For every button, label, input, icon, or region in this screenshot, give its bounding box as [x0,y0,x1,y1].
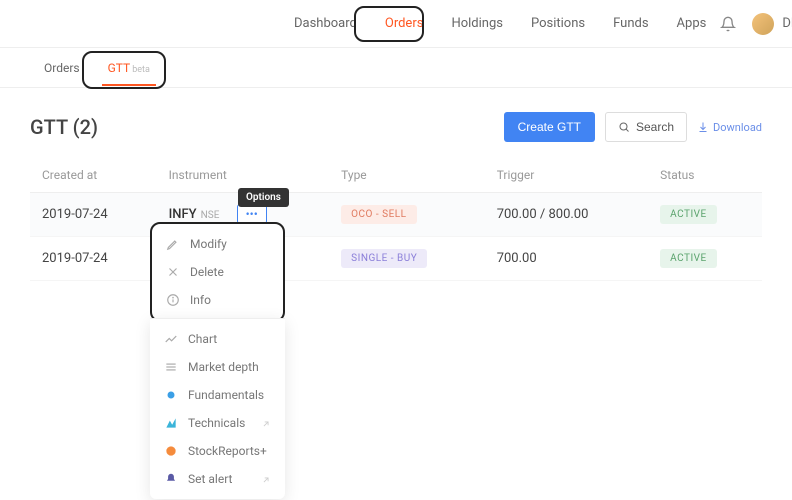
type-badge: OCO - SELL [341,205,416,224]
table-header-row: Created at Instrument Type Trigger Statu… [30,158,762,193]
bell-icon [164,472,178,486]
table-row[interactable]: 2019-07-24 INFYNSE ••• OCO - SELL 700.00… [30,193,762,237]
nav-apps[interactable]: Apps [663,8,721,39]
col-status[interactable]: Status [648,158,762,193]
dropdown-fundamentals[interactable]: Fundamentals [150,381,285,409]
pencil-icon [166,237,180,251]
technicals-icon [164,416,178,430]
external-icon [261,474,271,484]
page-body: GTT (2) Create GTT Search Download Creat… [0,88,792,305]
nav-positions[interactable]: Positions [517,8,599,39]
subtab-orders[interactable]: Orders [30,51,94,85]
status-badge: ACTIVE [660,249,717,268]
page-header: GTT (2) Create GTT Search Download [30,112,762,142]
cell-trigger: 700.00 / 800.00 [485,193,648,237]
list-icon [164,360,178,374]
nav-orders[interactable]: Orders [371,8,438,39]
cell-type: OCO - SELL [329,193,485,237]
sub-nav: Orders GTTbeta [0,48,792,88]
top-bar: Dashboard Orders Holdings Positions Fund… [0,0,792,48]
create-gtt-button[interactable]: Create GTT [504,112,595,142]
user-menu[interactable]: DR5318 [752,13,792,35]
type-badge: SINGLE - BUY [341,249,427,268]
col-type[interactable]: Type [329,158,485,193]
user-label: DR5318 [782,16,792,31]
chart-icon [164,332,178,346]
download-icon [697,121,709,133]
download-link[interactable]: Download [697,121,762,134]
search-button[interactable]: Search [605,112,687,142]
dropdown-stockreports[interactable]: StockReports+ [150,437,285,465]
table-row[interactable]: 2019-07-24 ICICIBANK SINGLE - BUY 700.00… [30,237,762,281]
row-options-button[interactable]: ••• [237,204,267,224]
search-icon [618,121,630,133]
fundamentals-icon [164,388,178,402]
options-tooltip: Options [238,188,289,207]
cell-status: ACTIVE [648,237,762,281]
dropdown-delete[interactable]: Delete [152,258,283,286]
dropdown-modify[interactable]: Modify [152,230,283,258]
info-icon [166,293,180,307]
stockreports-icon [164,444,178,458]
cell-created: 2019-07-24 [30,193,157,237]
gtt-table: Created at Instrument Type Trigger Statu… [30,158,762,281]
external-icon [261,418,271,428]
page-title: GTT (2) [30,115,98,139]
row-options-dropdown-extra: Chart Market depth Fundamentals Technica… [150,318,285,499]
row-options-dropdown: Modify Delete Info [150,222,285,322]
col-trigger[interactable]: Trigger [485,158,648,193]
cell-trigger: 700.00 [485,237,648,281]
subtab-gtt[interactable]: GTTbeta [94,51,164,85]
notifications-icon[interactable] [720,16,736,32]
page-actions: Create GTT Search Download [504,112,762,142]
dropdown-info[interactable]: Info [152,286,283,314]
dropdown-set-alert[interactable]: Set alert [150,465,285,493]
dropdown-market-depth[interactable]: Market depth [150,353,285,381]
status-badge: ACTIVE [660,205,717,224]
cell-created: 2019-07-24 [30,237,157,281]
main-nav: Dashboard Orders Holdings Positions Fund… [280,8,720,39]
nav-dashboard[interactable]: Dashboard [280,8,371,39]
nav-holdings[interactable]: Holdings [437,8,517,39]
dropdown-chart[interactable]: Chart [150,325,285,353]
cell-status: ACTIVE [648,193,762,237]
avatar [752,13,774,35]
col-created-at[interactable]: Created at [30,158,157,193]
cell-type: SINGLE - BUY [329,237,485,281]
close-icon [166,265,180,279]
nav-funds[interactable]: Funds [599,8,662,39]
dropdown-technicals[interactable]: Technicals [150,409,285,437]
nav-right: DR5318 [720,13,792,35]
